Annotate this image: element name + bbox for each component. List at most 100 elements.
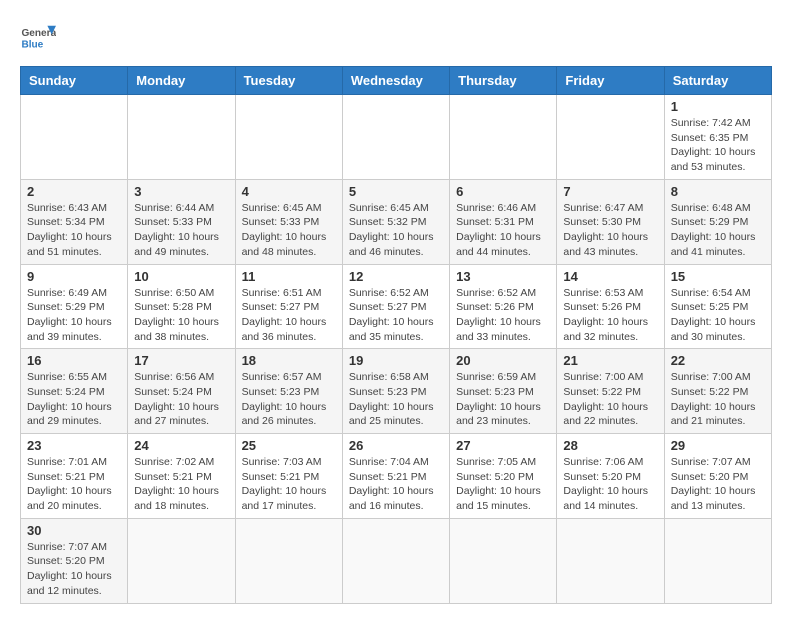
logo-icon: General Blue	[20, 20, 56, 56]
calendar-cell	[557, 518, 664, 603]
day-number: 14	[563, 269, 657, 284]
day-info: Sunrise: 6:53 AM Sunset: 5:26 PM Dayligh…	[563, 286, 657, 345]
day-number: 30	[27, 523, 121, 538]
day-number: 12	[349, 269, 443, 284]
day-info: Sunrise: 6:48 AM Sunset: 5:29 PM Dayligh…	[671, 201, 765, 260]
day-number: 18	[242, 353, 336, 368]
calendar-table: SundayMondayTuesdayWednesdayThursdayFrid…	[20, 66, 772, 604]
calendar-cell: 30 Sunrise: 7:07 AM Sunset: 5:20 PM Dayli…	[21, 518, 128, 603]
day-number: 17	[134, 353, 228, 368]
calendar-week-row: 30 Sunrise: 7:07 AM Sunset: 5:20 PM Dayli…	[21, 518, 772, 603]
calendar-week-row: 9Sunrise: 6:49 AM Sunset: 5:29 PM Daylig…	[21, 264, 772, 349]
calendar-cell: 13Sunrise: 6:52 AM Sunset: 5:26 PM Dayli…	[450, 264, 557, 349]
logo: General Blue	[20, 20, 56, 56]
day-number: 7	[563, 184, 657, 199]
day-number: 5	[349, 184, 443, 199]
day-info: Sunrise: 6:52 AM Sunset: 5:26 PM Dayligh…	[456, 286, 550, 345]
day-info: Sunrise: 6:45 AM Sunset: 5:32 PM Dayligh…	[349, 201, 443, 260]
day-number: 1	[671, 99, 765, 114]
day-info: Sunrise: 6:47 AM Sunset: 5:30 PM Dayligh…	[563, 201, 657, 260]
day-number: 24	[134, 438, 228, 453]
weekday-header-thursday: Thursday	[450, 67, 557, 95]
calendar-header-row: SundayMondayTuesdayWednesdayThursdayFrid…	[21, 67, 772, 95]
calendar-cell: 16 Sunrise: 6:55 AM Sunset: 5:24 PM Dayli…	[21, 349, 128, 434]
day-info: Sunrise: 6:59 AM Sunset: 5:23 PM Dayligh…	[456, 370, 550, 429]
day-number: 23	[27, 438, 121, 453]
calendar-cell: 8 Sunrise: 6:48 AM Sunset: 5:29 PM Daylig…	[664, 179, 771, 264]
calendar-cell: 27 Sunrise: 7:05 AM Sunset: 5:20 PM Dayli…	[450, 434, 557, 519]
day-info: Sunrise: 7:00 AM Sunset: 5:22 PM Dayligh…	[671, 370, 765, 429]
day-info: Sunrise: 6:55 AM Sunset: 5:24 PM Dayligh…	[27, 370, 121, 429]
day-info: Sunrise: 6:52 AM Sunset: 5:27 PM Dayligh…	[349, 286, 443, 345]
day-number: 3	[134, 184, 228, 199]
calendar-cell	[557, 95, 664, 180]
day-info: Sunrise: 7:02 AM Sunset: 5:21 PM Dayligh…	[134, 455, 228, 514]
day-info: Sunrise: 7:07 AM Sunset: 5:20 PM Dayligh…	[671, 455, 765, 514]
day-info: Sunrise: 7:05 AM Sunset: 5:20 PM Dayligh…	[456, 455, 550, 514]
calendar-cell: 2 Sunrise: 6:43 AM Sunset: 5:34 PM Daylig…	[21, 179, 128, 264]
calendar-cell: 24 Sunrise: 7:02 AM Sunset: 5:21 PM Dayli…	[128, 434, 235, 519]
day-number: 6	[456, 184, 550, 199]
calendar-cell: 15Sunrise: 6:54 AM Sunset: 5:25 PM Dayli…	[664, 264, 771, 349]
calendar-week-row: 2 Sunrise: 6:43 AM Sunset: 5:34 PM Daylig…	[21, 179, 772, 264]
calendar-cell: 29 Sunrise: 7:07 AM Sunset: 5:20 PM Dayli…	[664, 434, 771, 519]
day-info: Sunrise: 6:56 AM Sunset: 5:24 PM Dayligh…	[134, 370, 228, 429]
day-info: Sunrise: 7:03 AM Sunset: 5:21 PM Dayligh…	[242, 455, 336, 514]
weekday-header-friday: Friday	[557, 67, 664, 95]
calendar-cell: 6 Sunrise: 6:46 AM Sunset: 5:31 PM Daylig…	[450, 179, 557, 264]
day-number: 26	[349, 438, 443, 453]
calendar-cell	[342, 95, 449, 180]
day-number: 10	[134, 269, 228, 284]
calendar-cell: 22 Sunrise: 7:00 AM Sunset: 5:22 PM Dayli…	[664, 349, 771, 434]
day-number: 19	[349, 353, 443, 368]
calendar-cell: 23Sunrise: 7:01 AM Sunset: 5:21 PM Dayli…	[21, 434, 128, 519]
calendar-cell	[235, 95, 342, 180]
day-info: Sunrise: 6:44 AM Sunset: 5:33 PM Dayligh…	[134, 201, 228, 260]
day-number: 8	[671, 184, 765, 199]
day-number: 16	[27, 353, 121, 368]
day-info: Sunrise: 6:49 AM Sunset: 5:29 PM Dayligh…	[27, 286, 121, 345]
calendar-cell: 10 Sunrise: 6:50 AM Sunset: 5:28 PM Dayli…	[128, 264, 235, 349]
page-header: General Blue	[20, 20, 772, 56]
day-info: Sunrise: 7:06 AM Sunset: 5:20 PM Dayligh…	[563, 455, 657, 514]
calendar-cell: 19Sunrise: 6:58 AM Sunset: 5:23 PM Dayli…	[342, 349, 449, 434]
calendar-cell: 5 Sunrise: 6:45 AM Sunset: 5:32 PM Daylig…	[342, 179, 449, 264]
weekday-header-tuesday: Tuesday	[235, 67, 342, 95]
calendar-cell	[342, 518, 449, 603]
day-number: 15	[671, 269, 765, 284]
day-number: 29	[671, 438, 765, 453]
calendar-cell	[450, 518, 557, 603]
day-info: Sunrise: 7:07 AM Sunset: 5:20 PM Dayligh…	[27, 540, 121, 599]
calendar-cell: 14 Sunrise: 6:53 AM Sunset: 5:26 PM Dayli…	[557, 264, 664, 349]
calendar-cell	[664, 518, 771, 603]
day-info: Sunrise: 6:46 AM Sunset: 5:31 PM Dayligh…	[456, 201, 550, 260]
day-number: 25	[242, 438, 336, 453]
day-number: 2	[27, 184, 121, 199]
calendar-cell: 7 Sunrise: 6:47 AM Sunset: 5:30 PM Daylig…	[557, 179, 664, 264]
day-info: Sunrise: 6:51 AM Sunset: 5:27 PM Dayligh…	[242, 286, 336, 345]
day-number: 20	[456, 353, 550, 368]
calendar-cell	[128, 95, 235, 180]
calendar-cell: 4 Sunrise: 6:45 AM Sunset: 5:33 PM Daylig…	[235, 179, 342, 264]
weekday-header-saturday: Saturday	[664, 67, 771, 95]
calendar-cell	[128, 518, 235, 603]
calendar-cell: 1 Sunrise: 7:42 AM Sunset: 6:35 PM Daylig…	[664, 95, 771, 180]
calendar-cell: 18 Sunrise: 6:57 AM Sunset: 5:23 PM Dayli…	[235, 349, 342, 434]
calendar-cell: 26 Sunrise: 7:04 AM Sunset: 5:21 PM Dayli…	[342, 434, 449, 519]
calendar-cell: 12 Sunrise: 6:52 AM Sunset: 5:27 PM Dayli…	[342, 264, 449, 349]
day-info: Sunrise: 7:42 AM Sunset: 6:35 PM Dayligh…	[671, 116, 765, 175]
calendar-cell: 9Sunrise: 6:49 AM Sunset: 5:29 PM Daylig…	[21, 264, 128, 349]
svg-text:Blue: Blue	[21, 39, 43, 50]
day-info: Sunrise: 6:45 AM Sunset: 5:33 PM Dayligh…	[242, 201, 336, 260]
day-info: Sunrise: 7:04 AM Sunset: 5:21 PM Dayligh…	[349, 455, 443, 514]
day-number: 22	[671, 353, 765, 368]
day-info: Sunrise: 6:50 AM Sunset: 5:28 PM Dayligh…	[134, 286, 228, 345]
day-number: 27	[456, 438, 550, 453]
day-info: Sunrise: 7:00 AM Sunset: 5:22 PM Dayligh…	[563, 370, 657, 429]
calendar-cell: 3 Sunrise: 6:44 AM Sunset: 5:33 PM Daylig…	[128, 179, 235, 264]
day-info: Sunrise: 6:57 AM Sunset: 5:23 PM Dayligh…	[242, 370, 336, 429]
day-number: 4	[242, 184, 336, 199]
day-info: Sunrise: 6:43 AM Sunset: 5:34 PM Dayligh…	[27, 201, 121, 260]
weekday-header-wednesday: Wednesday	[342, 67, 449, 95]
calendar-cell: 25 Sunrise: 7:03 AM Sunset: 5:21 PM Dayli…	[235, 434, 342, 519]
